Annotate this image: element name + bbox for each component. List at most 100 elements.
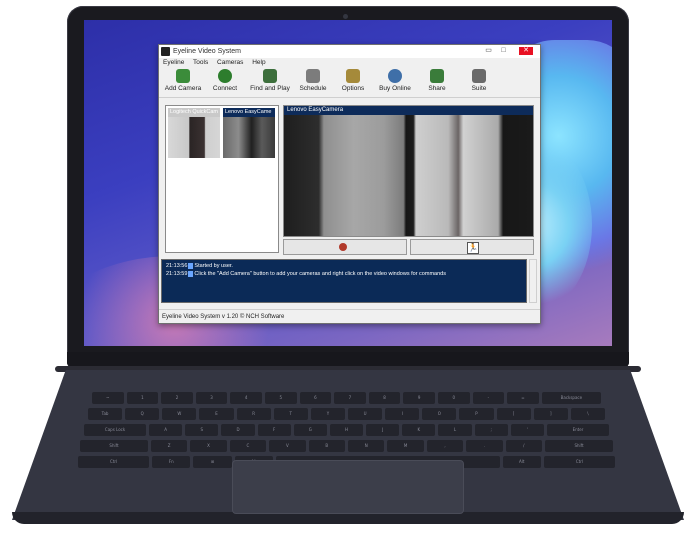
keyboard-key[interactable]: Alt bbox=[502, 456, 541, 468]
menu-cameras[interactable]: Cameras bbox=[217, 59, 243, 66]
camera-name: Lenovo EasyCame bbox=[223, 108, 275, 117]
minimize-button[interactable]: ▭ bbox=[483, 47, 494, 55]
keyboard-key[interactable]: Shift bbox=[80, 440, 148, 452]
keyboard-key[interactable]: 0 bbox=[437, 392, 470, 404]
keyboard-key[interactable]: R bbox=[236, 408, 271, 420]
close-button[interactable]: ✕ bbox=[519, 47, 533, 55]
camera-preview bbox=[223, 117, 275, 158]
keyboard-key[interactable]: Ctrl bbox=[543, 456, 615, 468]
keyboard-key[interactable]: L bbox=[438, 424, 472, 436]
keyboard-key[interactable]: Fn bbox=[152, 456, 191, 468]
keyboard-key[interactable]: - bbox=[472, 392, 505, 404]
info-icon bbox=[188, 270, 194, 277]
keyboard-key[interactable]: C bbox=[229, 440, 267, 452]
menu-help[interactable]: Help bbox=[252, 59, 265, 66]
keyboard-key[interactable]: 5 bbox=[264, 392, 297, 404]
keyboard-key[interactable]: J bbox=[366, 424, 400, 436]
keyboard-key[interactable]: S bbox=[185, 424, 219, 436]
keyboard-key[interactable]: M bbox=[387, 440, 424, 452]
keyboard-key[interactable]: Enter bbox=[546, 424, 609, 436]
running-person-icon: 🏃 bbox=[467, 242, 479, 254]
keyboard-key[interactable]: N bbox=[348, 440, 385, 452]
trackpad[interactable] bbox=[232, 460, 464, 514]
keyboard-key[interactable]: = bbox=[507, 392, 539, 404]
keyboard-key[interactable]: 3 bbox=[195, 392, 228, 404]
share-button[interactable]: Share bbox=[415, 68, 459, 96]
keyboard-key[interactable]: K bbox=[402, 424, 436, 436]
keyboard-key[interactable]: Shift bbox=[545, 440, 613, 452]
maximize-button[interactable]: □ bbox=[498, 47, 509, 55]
keyboard-key[interactable]: A bbox=[149, 424, 183, 436]
keyboard-key[interactable]: 4 bbox=[230, 392, 262, 404]
keyboard-key[interactable]: U bbox=[348, 408, 383, 420]
keyboard-key[interactable]: 2 bbox=[161, 392, 193, 404]
keyboard-key[interactable]: Ctrl bbox=[78, 456, 150, 468]
title-bar[interactable]: Eyeline Video System ▭ □ ✕ bbox=[159, 45, 540, 58]
keyboard-key[interactable]: D bbox=[221, 424, 255, 436]
record-button[interactable] bbox=[283, 239, 407, 255]
keyboard-key[interactable]: 6 bbox=[299, 392, 332, 404]
keyboard-key[interactable]: B bbox=[308, 440, 345, 452]
suite-button[interactable]: Suite bbox=[457, 68, 501, 96]
connect-icon bbox=[218, 69, 232, 83]
record-icon bbox=[339, 243, 347, 251]
keyboard-key[interactable]: , bbox=[426, 440, 464, 452]
buy-online-button[interactable]: Buy Online bbox=[373, 68, 417, 96]
add-camera-button[interactable]: Add Camera bbox=[161, 68, 205, 96]
options-icon bbox=[346, 69, 360, 83]
keyboard-key[interactable]: Y bbox=[310, 408, 345, 420]
keyboard-key[interactable]: ; bbox=[474, 424, 508, 436]
log-line: 21:13:56 Started by user. bbox=[166, 262, 522, 270]
menu-tools[interactable]: Tools bbox=[193, 59, 208, 66]
log-line: 21:13:59 Click the "Add Camera" button to… bbox=[166, 270, 522, 278]
keyboard-key[interactable]: ' bbox=[510, 424, 544, 436]
keyboard-key[interactable]: Z bbox=[150, 440, 188, 452]
menu-eyeline[interactable]: Eyeline bbox=[163, 59, 184, 66]
keyboard-key[interactable]: Caps Lock bbox=[84, 424, 147, 436]
keyboard-key[interactable]: Tab bbox=[88, 408, 123, 420]
log-text: Click the "Add Camera" button to add you… bbox=[194, 271, 446, 277]
keyboard-key[interactable]: / bbox=[505, 440, 543, 452]
connect-button[interactable]: Connect bbox=[203, 68, 247, 96]
options-button[interactable]: Options bbox=[331, 68, 375, 96]
main-video-view[interactable]: Lenovo EasyCamera bbox=[283, 105, 534, 237]
keyboard-key[interactable]: \ bbox=[570, 408, 605, 420]
keyboard-key[interactable]: F bbox=[257, 424, 291, 436]
log-text: Started by user. bbox=[194, 263, 233, 269]
window-title: Eyeline Video System bbox=[173, 48, 241, 55]
keyboard-key[interactable]: 7 bbox=[334, 392, 366, 404]
video-feed bbox=[284, 115, 533, 236]
keyboard-key[interactable]: Q bbox=[125, 408, 160, 420]
keyboard-key[interactable]: [ bbox=[496, 408, 531, 420]
camera-preview bbox=[168, 117, 220, 158]
keyboard-key[interactable]: G bbox=[293, 424, 327, 436]
keyboard-key[interactable]: T bbox=[273, 408, 308, 420]
add-camera-icon bbox=[176, 69, 190, 83]
keyboard-key[interactable]: O bbox=[422, 408, 457, 420]
keyboard-key[interactable]: E bbox=[199, 408, 234, 420]
find-and-play-icon bbox=[263, 69, 277, 83]
keyboard-key[interactable]: ⊞ bbox=[193, 456, 232, 468]
add-camera-label: Add Camera bbox=[164, 85, 202, 92]
find-and-play-button[interactable]: Find and Play bbox=[245, 68, 295, 96]
camera-thumb-lenovo[interactable]: Lenovo EasyCame bbox=[223, 108, 275, 160]
keyboard-key[interactable]: W bbox=[162, 408, 197, 420]
schedule-button[interactable]: Schedule bbox=[291, 68, 335, 96]
keyboard-key[interactable]: ~ bbox=[92, 392, 124, 404]
keyboard-key[interactable]: ] bbox=[533, 408, 568, 420]
keyboard-key[interactable]: 8 bbox=[368, 392, 401, 404]
keyboard-key[interactable]: I bbox=[385, 408, 420, 420]
keyboard-key[interactable]: H bbox=[329, 424, 364, 436]
motion-detect-button[interactable]: 🏃 bbox=[410, 239, 534, 255]
camera-thumb-logitech[interactable]: Logitech QuickCam bbox=[168, 108, 220, 160]
log-scrollbar[interactable] bbox=[529, 259, 537, 303]
keyboard-key[interactable]: X bbox=[190, 440, 227, 452]
keyboard-key[interactable]: . bbox=[466, 440, 503, 452]
keyboard-key[interactable]: Backspace bbox=[541, 392, 601, 404]
keyboard-key[interactable]: 1 bbox=[126, 392, 159, 404]
keyboard-key[interactable]: V bbox=[269, 440, 306, 452]
share-icon bbox=[430, 69, 444, 83]
keyboard-key[interactable]: 9 bbox=[403, 392, 435, 404]
app-logo-icon bbox=[161, 47, 170, 56]
keyboard-key[interactable]: P bbox=[459, 408, 494, 420]
